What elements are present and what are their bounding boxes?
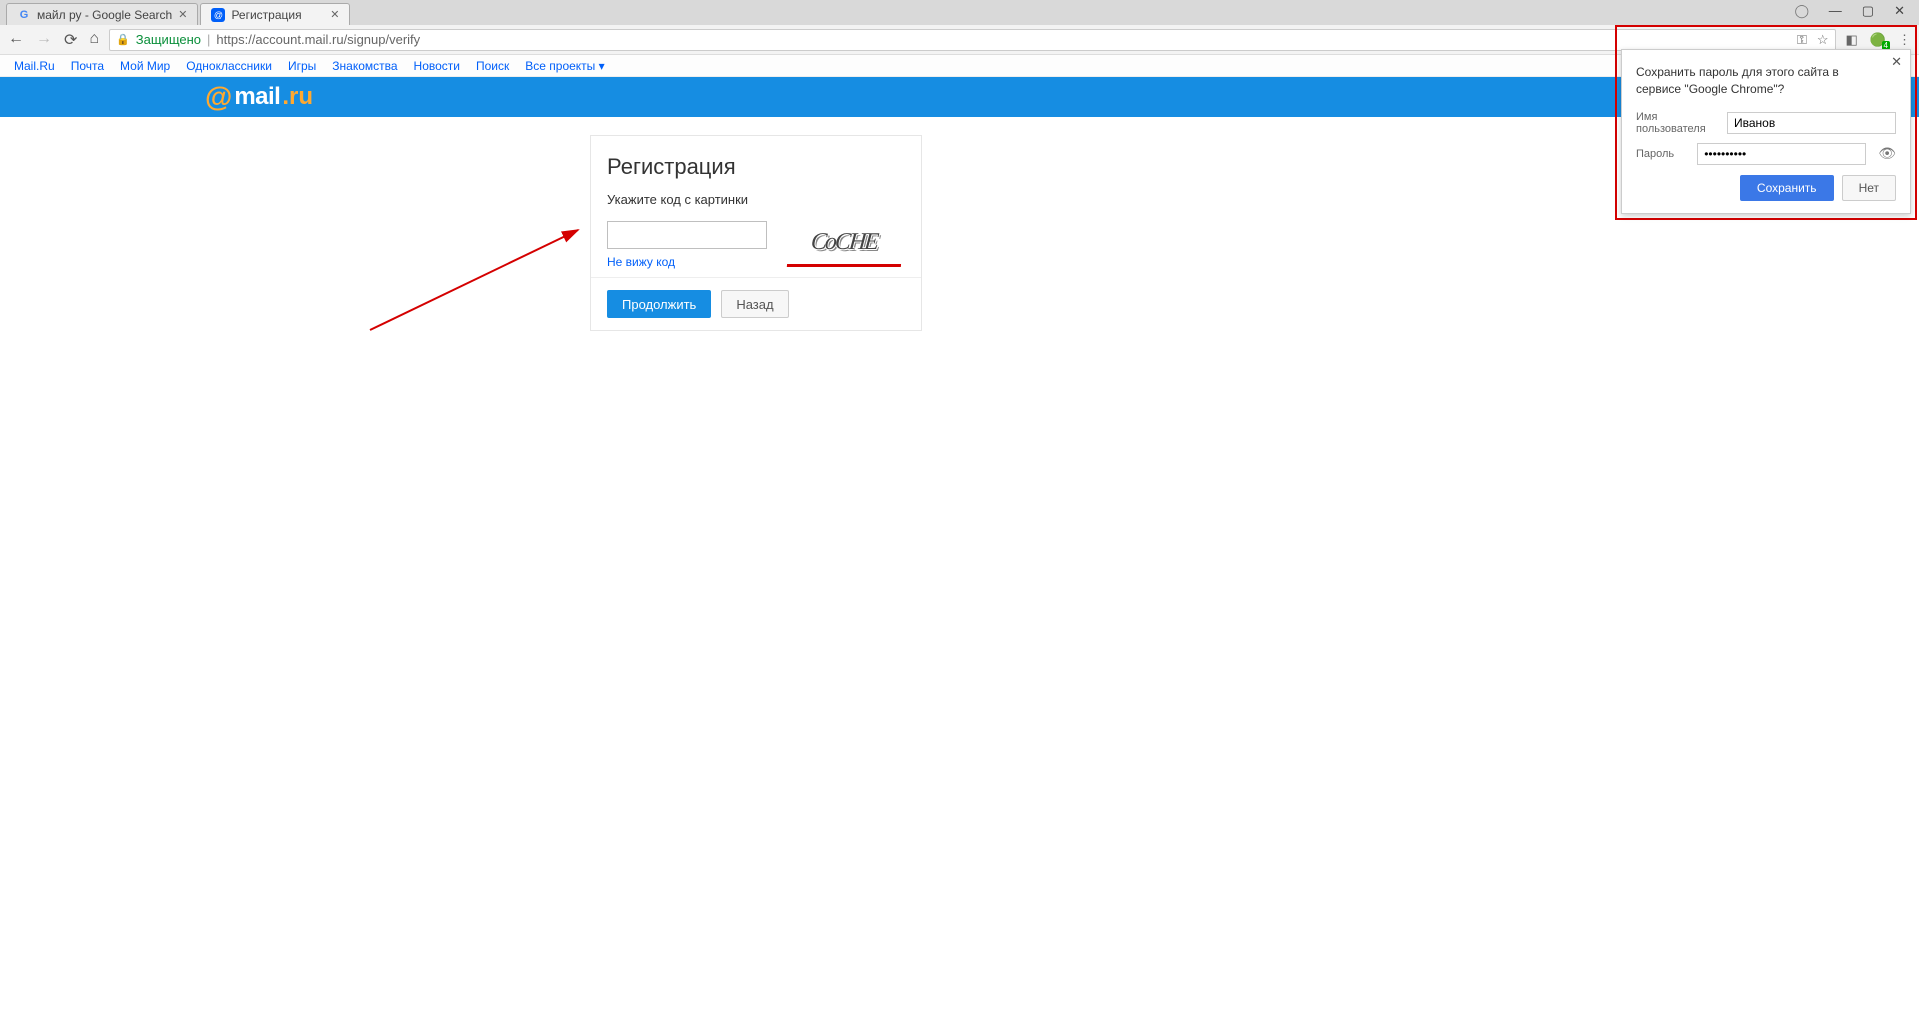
portal-link-moimir[interactable]: Мой Мир (120, 59, 170, 73)
favicon-google-icon: G (17, 8, 31, 22)
close-icon[interactable]: ✕ (1891, 54, 1902, 70)
captcha-hint: Укажите код с картинки (607, 192, 905, 207)
secure-label: Защищено (136, 32, 201, 47)
window-controls: — ▢ ✕ (1815, 0, 1919, 22)
logo-ru-text: .ru (282, 83, 313, 111)
reload-icon[interactable]: ⟳ (64, 30, 77, 50)
portal-link-allprojects[interactable]: Все проекты ▾ (525, 59, 604, 73)
captcha-image: CoCHE (787, 221, 901, 263)
url-text: https://account.mail.ru/signup/verify (216, 32, 420, 47)
browser-tab-1[interactable]: @ Регистрация ✕ (200, 3, 350, 25)
portal-link-znakomstva[interactable]: Знакомства (332, 59, 397, 73)
registration-title: Регистрация (607, 154, 905, 180)
logo-at-icon: @ (205, 81, 232, 113)
minimize-icon[interactable]: — (1829, 3, 1842, 19)
captcha-input[interactable] (607, 221, 767, 249)
portal-link-poisk[interactable]: Поиск (476, 59, 509, 73)
portal-link-odnoklassniki[interactable]: Одноклассники (186, 59, 272, 73)
close-icon[interactable]: ✕ (178, 8, 187, 21)
portal-link-mailru[interactable]: Mail.Ru (14, 59, 55, 73)
portal-link-novosti[interactable]: Новости (414, 59, 460, 73)
decline-save-button[interactable]: Нет (1842, 175, 1896, 201)
tab-title: Регистрация (231, 8, 301, 22)
save-password-button[interactable]: Сохранить (1740, 175, 1834, 201)
home-icon[interactable]: ⌂ (89, 30, 99, 50)
username-label: Имя пользователя (1636, 111, 1719, 135)
logo-mail-text: mail (234, 83, 280, 111)
username-field[interactable] (1727, 112, 1896, 134)
address-bar[interactable]: 🔒 Защищено | https://account.mail.ru/sig… (109, 29, 1835, 51)
favicon-mailru-icon: @ (211, 8, 225, 22)
browser-tab-0[interactable]: G майл ру - Google Search ✕ (6, 3, 198, 25)
portal-link-pochta[interactable]: Почта (71, 59, 104, 73)
user-icon[interactable]: ◯ (1794, 3, 1809, 19)
back-button[interactable]: Назад (721, 290, 788, 318)
annotation-underline (787, 264, 901, 267)
lock-icon: 🔒 (116, 33, 130, 46)
chevron-down-icon: ▾ (599, 59, 605, 73)
save-password-popup: ✕ Сохранить пароль для этого сайта в сер… (1621, 49, 1911, 214)
back-icon[interactable]: ← (8, 30, 24, 50)
tab-title: майл ру - Google Search (37, 8, 172, 22)
annotation-highlight-box: ✕ Сохранить пароль для этого сайта в сер… (1615, 25, 1917, 220)
card-footer: Продолжить Назад (591, 277, 921, 330)
registration-card: Регистрация Укажите код с картинки Не ви… (590, 135, 922, 331)
popup-message: Сохранить пароль для этого сайта в серви… (1636, 64, 1896, 99)
maximize-icon[interactable]: ▢ (1862, 3, 1874, 19)
password-field[interactable] (1697, 143, 1866, 165)
tab-strip: G майл ру - Google Search ✕ @ Регистраци… (0, 0, 1919, 25)
close-icon[interactable]: ✕ (330, 8, 339, 21)
close-window-icon[interactable]: ✕ (1894, 3, 1905, 19)
nav-buttons: ← → ⟳ ⌂ (8, 30, 99, 50)
eye-icon[interactable]: 👁 (1878, 145, 1896, 162)
refresh-captcha-link[interactable]: Не вижу код (607, 255, 675, 269)
password-label: Пароль (1636, 148, 1689, 160)
continue-button[interactable]: Продолжить (607, 290, 711, 318)
annotation-arrow-icon (368, 224, 598, 334)
forward-icon[interactable]: → (36, 30, 52, 50)
portal-link-igry[interactable]: Игры (288, 59, 316, 73)
mailru-logo[interactable]: @ mail .ru (205, 81, 313, 113)
